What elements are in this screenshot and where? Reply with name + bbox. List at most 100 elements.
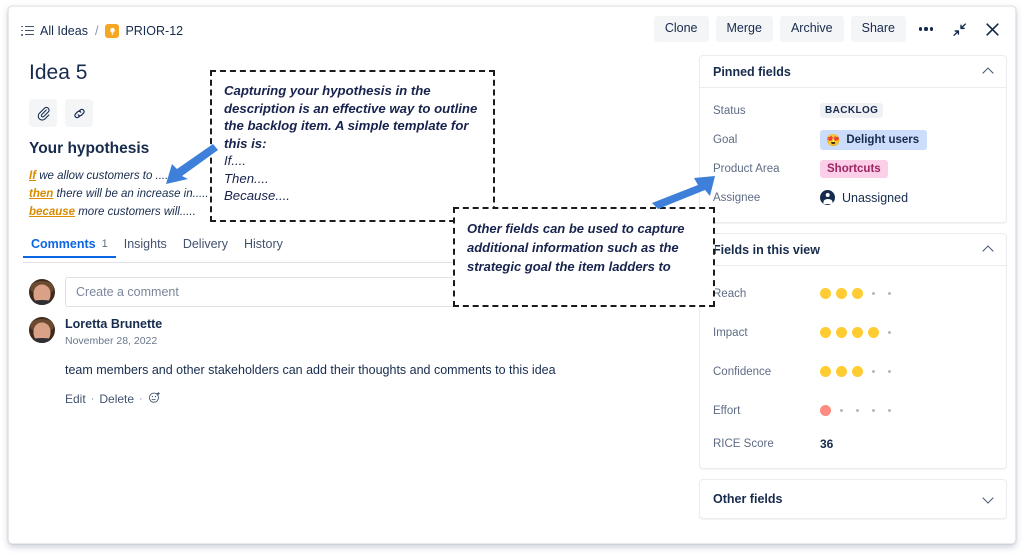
field-row-status: Status BACKLOG — [713, 96, 993, 125]
reach-rating[interactable] — [820, 288, 895, 299]
right-sidebar: Pinned fields Status BACKLOG Goal 😍 Deli… — [699, 55, 1007, 529]
paperclip-icon[interactable] — [29, 99, 57, 127]
hypothesis-keyword-if: If — [29, 170, 37, 182]
annotation-callout-1-if: If.... — [224, 153, 246, 168]
field-label-product-area: Product Area — [713, 162, 780, 175]
link-icon[interactable] — [65, 99, 93, 127]
breadcrumb: All Ideas / PRIOR-12 — [21, 24, 183, 38]
clone-button[interactable]: Clone — [653, 16, 709, 42]
fields-in-view-header[interactable]: Fields in this view — [700, 234, 1006, 266]
person-icon — [820, 190, 835, 205]
hypothesis-keyword-because: because — [29, 206, 76, 218]
impact-rating[interactable] — [820, 327, 895, 338]
field-value-status[interactable]: BACKLOG — [820, 103, 884, 118]
rice-row-reach: Reach — [713, 274, 993, 313]
tab-comments-count: 1 — [101, 238, 108, 250]
field-value-assignee[interactable]: Unassigned — [820, 190, 908, 205]
comment-author: Loretta Brunette — [65, 317, 163, 331]
chevron-up-icon[interactable] — [983, 67, 993, 77]
status-badge: BACKLOG — [820, 103, 884, 118]
field-row-assignee: Assignee Unassigned — [713, 183, 993, 212]
field-row-product-area: Product Area Shortcuts — [713, 154, 993, 183]
fields-in-view-panel: Fields in this view Reach Impact Confide… — [699, 233, 1007, 469]
rice-row-confidence: Confidence — [713, 352, 993, 391]
separator-dot: · — [139, 393, 143, 405]
fields-in-view-title: Fields in this view — [713, 242, 820, 257]
hypothesis-rest-then: there will be an increase in..... — [53, 188, 209, 200]
other-fields-title: Other fields — [713, 492, 783, 506]
chevron-down-icon[interactable] — [983, 494, 993, 504]
annotation-callout-1-then: Then.... — [224, 170, 269, 186]
annotation-callout-hypothesis: Capturing your hypothesis in the descrip… — [210, 70, 495, 222]
avatar — [29, 317, 55, 343]
goal-chip-label: Delight users — [846, 133, 920, 146]
more-options-icon[interactable] — [913, 16, 939, 42]
merge-button[interactable]: Merge — [715, 16, 773, 42]
lightbulb-icon — [105, 24, 120, 38]
breadcrumb-all-ideas[interactable]: All Ideas — [40, 24, 88, 38]
field-label-assignee: Assignee — [713, 191, 761, 204]
comment-delete-link[interactable]: Delete — [99, 392, 134, 406]
close-icon[interactable] — [979, 16, 1005, 42]
avatar — [29, 279, 55, 305]
field-value-goal[interactable]: 😍 Delight users — [820, 129, 928, 150]
goal-chip: 😍 Delight users — [820, 129, 928, 150]
rice-label-reach: Reach — [713, 287, 747, 300]
hypothesis-rest-because: more customers will..... — [75, 206, 196, 218]
attachment-actions — [29, 99, 93, 127]
tab-comments[interactable]: Comments 1 — [23, 237, 116, 258]
other-fields-panel: Other fields — [699, 479, 1007, 519]
annotation-callout-1-because: Because.... — [224, 188, 290, 203]
annotation-callout-1-lead: Capturing your hypothesis in the descrip… — [224, 83, 478, 151]
hypothesis-keyword-then: then — [29, 188, 54, 200]
tab-history-label: History — [243, 237, 283, 251]
comment-actions: Edit · Delete · — [65, 391, 556, 407]
rice-row-impact: Impact — [713, 313, 993, 352]
annotation-callout-2-text: Other fields can be used to capture addi… — [467, 221, 685, 274]
fields-in-view-body: Reach Impact Confidence Effort RICE Scor… — [700, 266, 1006, 468]
breadcrumb-idea-key[interactable]: PRIOR-12 — [125, 24, 183, 38]
assignee-label: Unassigned — [842, 190, 909, 205]
tab-comments-label: Comments — [31, 237, 96, 251]
field-label-status: Status — [713, 104, 746, 117]
annotation-callout-other-fields: Other fields can be used to capture addi… — [453, 207, 715, 307]
arrow-pointing-to-hypothesis — [166, 144, 218, 184]
tab-delivery[interactable]: Delivery — [175, 237, 236, 257]
rice-row-effort: Effort — [713, 391, 993, 430]
pinned-fields-title: Pinned fields — [713, 64, 791, 79]
pinned-fields-panel: Pinned fields Status BACKLOG Goal 😍 Deli… — [699, 55, 1007, 223]
add-reaction-icon[interactable] — [148, 391, 161, 407]
effort-rating[interactable] — [820, 405, 895, 416]
tab-delivery-label: Delivery — [182, 237, 228, 251]
rice-label-confidence: Confidence — [713, 365, 772, 378]
separator-dot: · — [90, 393, 95, 405]
hypothesis-heading: Your hypothesis — [29, 140, 150, 157]
rice-score-value: 36 — [820, 437, 834, 451]
chevron-up-icon[interactable] — [983, 245, 993, 255]
comment-body: team members and other stakeholders can … — [65, 363, 556, 377]
confidence-rating[interactable] — [820, 366, 895, 377]
breadcrumb-separator: / — [94, 24, 99, 38]
collapse-icon[interactable] — [946, 16, 972, 42]
tab-insights[interactable]: Insights — [116, 237, 175, 257]
tab-history[interactable]: History — [236, 237, 291, 257]
share-button[interactable]: Share — [850, 16, 906, 42]
rice-row-score: RICE Score 36 — [713, 430, 993, 458]
comment-date: November 28, 2022 — [65, 335, 158, 347]
top-bar: All Ideas / PRIOR-12 Clone Merge Archive… — [9, 7, 1015, 49]
product-area-chip: Shortcuts — [820, 159, 888, 178]
comment-edit-link[interactable]: Edit — [65, 392, 86, 406]
field-value-product-area[interactable]: Shortcuts — [820, 159, 888, 178]
arrow-pointing-to-pinned-fields — [652, 176, 715, 209]
rice-score-label: RICE Score — [713, 438, 774, 450]
rice-label-impact: Impact — [713, 326, 748, 339]
other-fields-header[interactable]: Other fields — [700, 480, 1006, 518]
archive-button[interactable]: Archive — [779, 16, 844, 42]
pinned-fields-header[interactable]: Pinned fields — [700, 56, 1006, 88]
toolbar-actions: Clone Merge Archive Share — [653, 16, 1005, 42]
comment-item: Loretta Brunette November 28, 2022 team … — [29, 317, 556, 407]
pinned-fields-body: Status BACKLOG Goal 😍 Delight users Prod… — [700, 88, 1006, 222]
field-row-goal: Goal 😍 Delight users — [713, 125, 993, 154]
rice-label-effort: Effort — [713, 404, 741, 417]
tab-insights-label: Insights — [123, 237, 167, 251]
